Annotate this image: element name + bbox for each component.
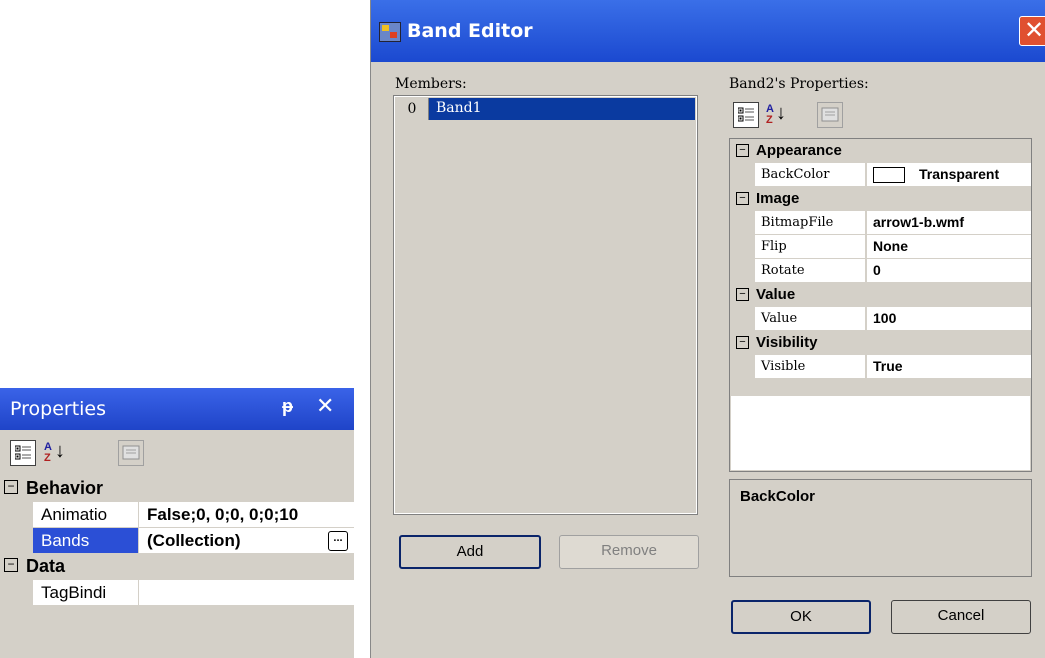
property-value[interactable]: False;0, 0;0, 0;0;10 bbox=[138, 502, 354, 527]
sort-az-bottom: Z bbox=[44, 452, 51, 464]
color-swatch bbox=[873, 167, 905, 184]
property-value[interactable]: 100 bbox=[866, 307, 1031, 330]
alphabetical-button[interactable]: A Z ↓ bbox=[40, 440, 66, 466]
property-name: TagBindi bbox=[32, 580, 138, 605]
sort-arrow-icon: ↓ bbox=[55, 440, 65, 462]
property-pages-button[interactable] bbox=[118, 440, 144, 466]
property-name: Value bbox=[755, 307, 865, 330]
properties-toolbar: A Z ↓ bbox=[0, 430, 354, 476]
list-item[interactable]: 0 Band1 bbox=[396, 98, 695, 120]
property-name: Rotate bbox=[755, 259, 865, 282]
dialog-titlebar: Band Editor ✕ bbox=[371, 0, 1045, 62]
properties-titlebar: Properties ᵽ ✕ bbox=[0, 388, 354, 430]
property-row-visible[interactable]: Visible True bbox=[730, 355, 1031, 379]
property-value-text: Transparent bbox=[919, 166, 1000, 182]
collapse-icon[interactable]: − bbox=[4, 480, 18, 494]
sort-az-bottom: Z bbox=[766, 114, 773, 126]
cancel-button[interactable]: Cancel bbox=[891, 600, 1031, 634]
collapse-icon[interactable]: − bbox=[736, 288, 749, 301]
pin-icon[interactable]: ᵽ bbox=[282, 396, 293, 417]
property-pages-icon bbox=[821, 107, 839, 122]
collapse-icon[interactable]: − bbox=[736, 144, 749, 157]
category-image[interactable]: − Image bbox=[730, 187, 1031, 211]
add-button[interactable]: Add bbox=[399, 535, 541, 569]
category-value[interactable]: − Value bbox=[730, 283, 1031, 307]
property-value[interactable]: None bbox=[866, 235, 1031, 258]
member-index: 0 bbox=[396, 98, 429, 120]
category-appearance[interactable]: − Appearance bbox=[730, 139, 1031, 163]
property-pages-icon bbox=[122, 445, 140, 460]
properties-grid: − Behavior Animatio False;0, 0;0, 0;0;10… bbox=[0, 476, 354, 606]
property-value[interactable]: (Collection) bbox=[138, 528, 354, 553]
property-name: Bands bbox=[32, 528, 138, 553]
category-label: Data bbox=[26, 556, 66, 576]
close-icon[interactable]: ✕ bbox=[316, 393, 334, 419]
ellipsis-button[interactable]: ... bbox=[328, 531, 348, 551]
property-row-bands[interactable]: Bands (Collection) ... bbox=[0, 528, 354, 554]
categorized-button[interactable] bbox=[733, 102, 759, 128]
category-visibility[interactable]: − Visibility bbox=[730, 331, 1031, 355]
members-label: Members: bbox=[395, 76, 467, 92]
category-label: Appearance bbox=[756, 142, 842, 159]
property-name: Animatio bbox=[32, 502, 138, 527]
app-icon bbox=[379, 22, 401, 42]
property-value[interactable]: arrow1-b.wmf bbox=[866, 211, 1031, 234]
description-title: BackColor bbox=[740, 488, 816, 505]
properties-label: Band2's Properties: bbox=[729, 76, 869, 92]
property-row-flip[interactable]: Flip None bbox=[730, 235, 1031, 259]
close-icon[interactable]: ✕ bbox=[1019, 16, 1045, 46]
members-list[interactable]: 0 Band1 bbox=[393, 95, 698, 515]
category-label: Visibility bbox=[756, 334, 818, 351]
collapse-icon[interactable]: − bbox=[736, 336, 749, 349]
property-value[interactable]: True bbox=[866, 355, 1031, 378]
property-value[interactable] bbox=[138, 580, 354, 605]
property-row-animation[interactable]: Animatio False;0, 0;0, 0;0;10 bbox=[0, 502, 354, 528]
property-name: Visible bbox=[755, 355, 865, 378]
property-row-value[interactable]: Value 100 bbox=[730, 307, 1031, 331]
property-description-pane: BackColor bbox=[729, 479, 1032, 577]
categorized-button[interactable] bbox=[10, 440, 36, 466]
member-name: Band1 bbox=[436, 100, 482, 116]
band-editor-dialog: Band Editor ✕ Members: 0 Band1 Add Remov… bbox=[370, 0, 1045, 658]
editor-toolbar: A Z ↓ bbox=[729, 98, 1029, 134]
category-label: Behavior bbox=[26, 478, 104, 498]
property-row-bitmapfile[interactable]: BitmapFile arrow1-b.wmf bbox=[730, 211, 1031, 235]
property-pages-button[interactable] bbox=[817, 102, 843, 128]
property-row-rotate[interactable]: Rotate 0 bbox=[730, 259, 1031, 283]
properties-panel: Properties ᵽ ✕ A Z ↓ − Behavior Animatio… bbox=[0, 388, 354, 658]
categorized-icon bbox=[738, 107, 754, 122]
property-row-backcolor[interactable]: BackColor Transparent bbox=[730, 163, 1031, 187]
ok-button[interactable]: OK bbox=[731, 600, 871, 634]
properties-title: Properties bbox=[10, 398, 107, 420]
band-properties-grid: − Appearance BackColor Transparent − Ima… bbox=[729, 138, 1032, 472]
category-label: Value bbox=[756, 286, 796, 303]
category-behavior[interactable]: − Behavior bbox=[0, 476, 354, 502]
grid-empty-area bbox=[731, 396, 1030, 470]
property-value[interactable]: Transparent bbox=[866, 163, 1031, 186]
property-name: Flip bbox=[755, 235, 865, 258]
category-label: Image bbox=[756, 190, 800, 207]
property-value[interactable]: 0 bbox=[866, 259, 1031, 282]
remove-button[interactable]: Remove bbox=[559, 535, 699, 569]
category-data[interactable]: − Data bbox=[0, 554, 354, 580]
alphabetical-button[interactable]: A Z ↓ bbox=[763, 102, 789, 128]
sort-arrow-icon: ↓ bbox=[776, 102, 786, 124]
collapse-icon[interactable]: − bbox=[736, 192, 749, 205]
categorized-icon bbox=[15, 445, 31, 460]
property-name: BitmapFile bbox=[755, 211, 865, 234]
collapse-icon[interactable]: − bbox=[4, 558, 18, 572]
dialog-title: Band Editor bbox=[407, 20, 533, 42]
property-row-tagbinding[interactable]: TagBindi bbox=[0, 580, 354, 606]
property-name: BackColor bbox=[755, 163, 865, 186]
